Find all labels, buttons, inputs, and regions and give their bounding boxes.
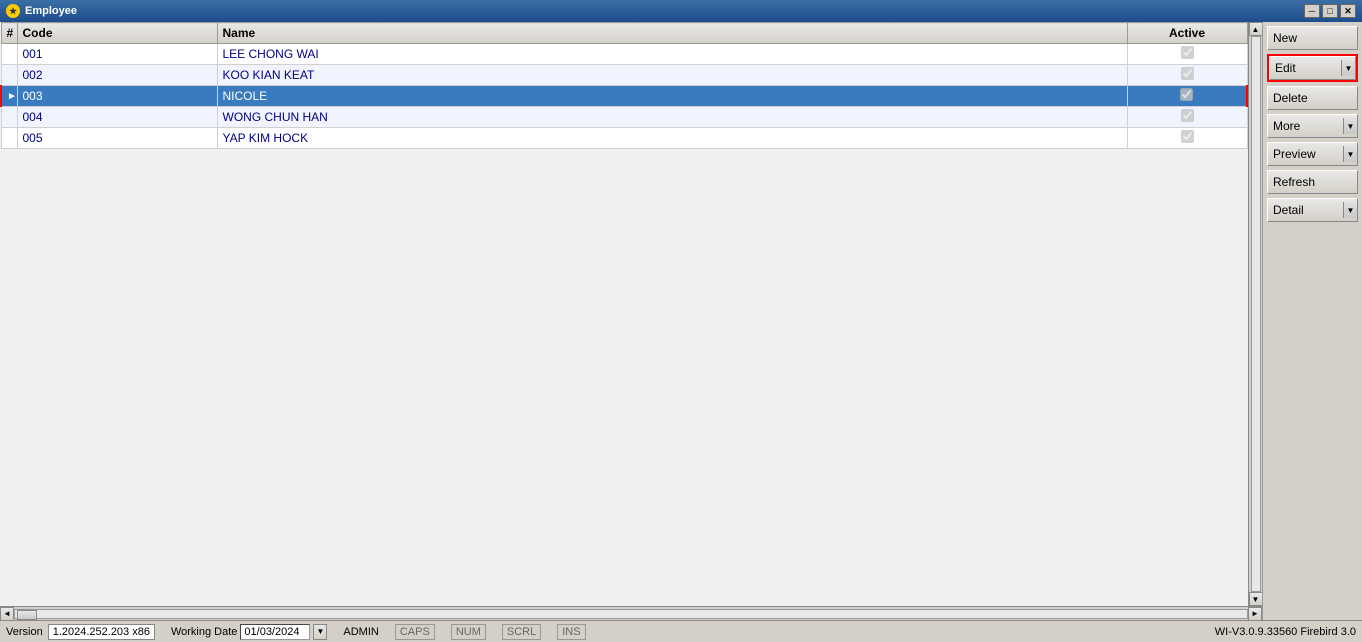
col-header-active: Active xyxy=(1127,23,1247,44)
scrl-indicator: SCRL xyxy=(502,624,541,640)
cell-name: LEE CHONG WAI xyxy=(217,44,1127,65)
num-label: NUM xyxy=(451,624,486,640)
active-checkbox[interactable] xyxy=(1181,130,1194,143)
cell-code: 005 xyxy=(17,128,217,149)
new-button[interactable]: New xyxy=(1267,26,1358,50)
active-checkbox[interactable] xyxy=(1180,88,1193,101)
ins-indicator: INS xyxy=(557,624,585,640)
detail-button[interactable]: Detail ▼ xyxy=(1267,198,1358,222)
working-date-item: Working Date ▼ xyxy=(171,624,327,640)
cell-active xyxy=(1127,128,1247,149)
window-controls: ─ □ ✕ xyxy=(1304,4,1356,18)
preview-dropdown-arrow[interactable]: ▼ xyxy=(1343,146,1357,162)
cell-pointer xyxy=(1,107,17,128)
edit-dropdown-arrow[interactable]: ▼ xyxy=(1341,60,1355,76)
vertical-scrollbar[interactable]: ▲ ▼ xyxy=(1248,22,1262,606)
num-indicator: NUM xyxy=(451,624,486,640)
cell-active xyxy=(1127,107,1247,128)
cell-pointer xyxy=(1,65,17,86)
scroll-track-vertical[interactable] xyxy=(1251,36,1261,592)
active-checkbox[interactable] xyxy=(1181,109,1194,122)
content-area: # Code Name Active 001LEE CHONG WAI002KO… xyxy=(0,22,1362,620)
col-header-code: Code xyxy=(17,23,217,44)
ins-label: INS xyxy=(557,624,585,640)
more-button[interactable]: More ▼ xyxy=(1267,114,1358,138)
more-dropdown-arrow[interactable]: ▼ xyxy=(1343,118,1357,134)
close-button[interactable]: ✕ xyxy=(1340,4,1356,18)
employee-table: # Code Name Active 001LEE CHONG WAI002KO… xyxy=(0,22,1248,149)
refresh-button[interactable]: Refresh xyxy=(1267,170,1358,194)
table-scroll: # Code Name Active 001LEE CHONG WAI002KO… xyxy=(0,22,1262,620)
scroll-right-arrow[interactable]: ► xyxy=(1248,607,1262,621)
cell-active xyxy=(1127,44,1247,65)
scroll-down-arrow[interactable]: ▼ xyxy=(1249,592,1263,606)
version-info-label: WI-V3.0.9.33560 Firebird 3.0 xyxy=(1215,626,1356,638)
cell-code: 003 xyxy=(17,86,217,107)
cell-pointer xyxy=(1,44,17,65)
cell-pointer xyxy=(1,128,17,149)
version-label: Version xyxy=(6,626,43,638)
horizontal-scrollbar[interactable]: ◄ ► xyxy=(0,606,1262,620)
cell-name: YAP KIM HOCK xyxy=(217,128,1127,149)
table-row[interactable]: 005YAP KIM HOCK xyxy=(1,128,1247,149)
maximize-button[interactable]: □ xyxy=(1322,4,1338,18)
col-header-name: Name xyxy=(217,23,1127,44)
table-row[interactable]: 001LEE CHONG WAI xyxy=(1,44,1247,65)
user-item: ADMIN xyxy=(343,626,378,638)
caps-indicator: CAPS xyxy=(395,624,435,640)
cell-pointer: ► xyxy=(1,86,17,107)
cell-name: NICOLE xyxy=(217,86,1127,107)
user-label: ADMIN xyxy=(343,626,378,638)
main-window: # Code Name Active 001LEE CHONG WAI002KO… xyxy=(0,22,1362,620)
col-header-hash: # xyxy=(1,23,17,44)
title-bar: ★ Employee ─ □ ✕ xyxy=(0,0,1362,22)
cell-active xyxy=(1127,86,1247,107)
table-row[interactable]: 002KOO KIAN KEAT xyxy=(1,65,1247,86)
table-row[interactable]: 004WONG CHUN HAN xyxy=(1,107,1247,128)
cell-name: KOO KIAN KEAT xyxy=(217,65,1127,86)
scroll-up-arrow[interactable]: ▲ xyxy=(1249,22,1263,36)
table-container: # Code Name Active 001LEE CHONG WAI002KO… xyxy=(0,22,1262,620)
cell-code: 002 xyxy=(17,65,217,86)
scroll-thumb-horizontal[interactable] xyxy=(17,610,37,620)
status-bar: Version 1.2024.252.203 x86 Working Date … xyxy=(0,620,1362,642)
caps-label: CAPS xyxy=(395,624,435,640)
table-header-row: # Code Name Active xyxy=(1,23,1247,44)
cell-name: WONG CHUN HAN xyxy=(217,107,1127,128)
active-checkbox[interactable] xyxy=(1181,67,1194,80)
action-panel: New Edit ▼ Delete More ▼ Preview ▼ Refr xyxy=(1262,22,1362,620)
version-info-item: WI-V3.0.9.33560 Firebird 3.0 xyxy=(1215,626,1356,638)
scroll-track-horizontal[interactable] xyxy=(14,609,1248,619)
preview-button[interactable]: Preview ▼ xyxy=(1267,142,1358,166)
table-body: 001LEE CHONG WAI002KOO KIAN KEAT►003NICO… xyxy=(1,44,1247,149)
edit-button[interactable]: Edit ▼ xyxy=(1269,56,1356,80)
scroll-left-arrow[interactable]: ◄ xyxy=(0,607,14,621)
cell-code: 004 xyxy=(17,107,217,128)
table-row[interactable]: ►003NICOLE xyxy=(1,86,1247,107)
working-date-label: Working Date xyxy=(171,626,237,638)
working-date-input[interactable] xyxy=(240,624,310,640)
version-value: 1.2024.252.203 x86 xyxy=(48,624,155,640)
window-title: Employee xyxy=(25,5,1304,17)
app-icon: ★ xyxy=(6,4,20,18)
date-dropdown-button[interactable]: ▼ xyxy=(313,624,327,640)
minimize-button[interactable]: ─ xyxy=(1304,4,1320,18)
cell-active xyxy=(1127,65,1247,86)
scrl-label: SCRL xyxy=(502,624,541,640)
detail-dropdown-arrow[interactable]: ▼ xyxy=(1343,202,1357,218)
delete-button[interactable]: Delete xyxy=(1267,86,1358,110)
active-checkbox[interactable] xyxy=(1181,46,1194,59)
edit-button-wrapper: Edit ▼ xyxy=(1267,54,1358,82)
version-item: Version 1.2024.252.203 x86 xyxy=(6,624,155,640)
cell-code: 001 xyxy=(17,44,217,65)
